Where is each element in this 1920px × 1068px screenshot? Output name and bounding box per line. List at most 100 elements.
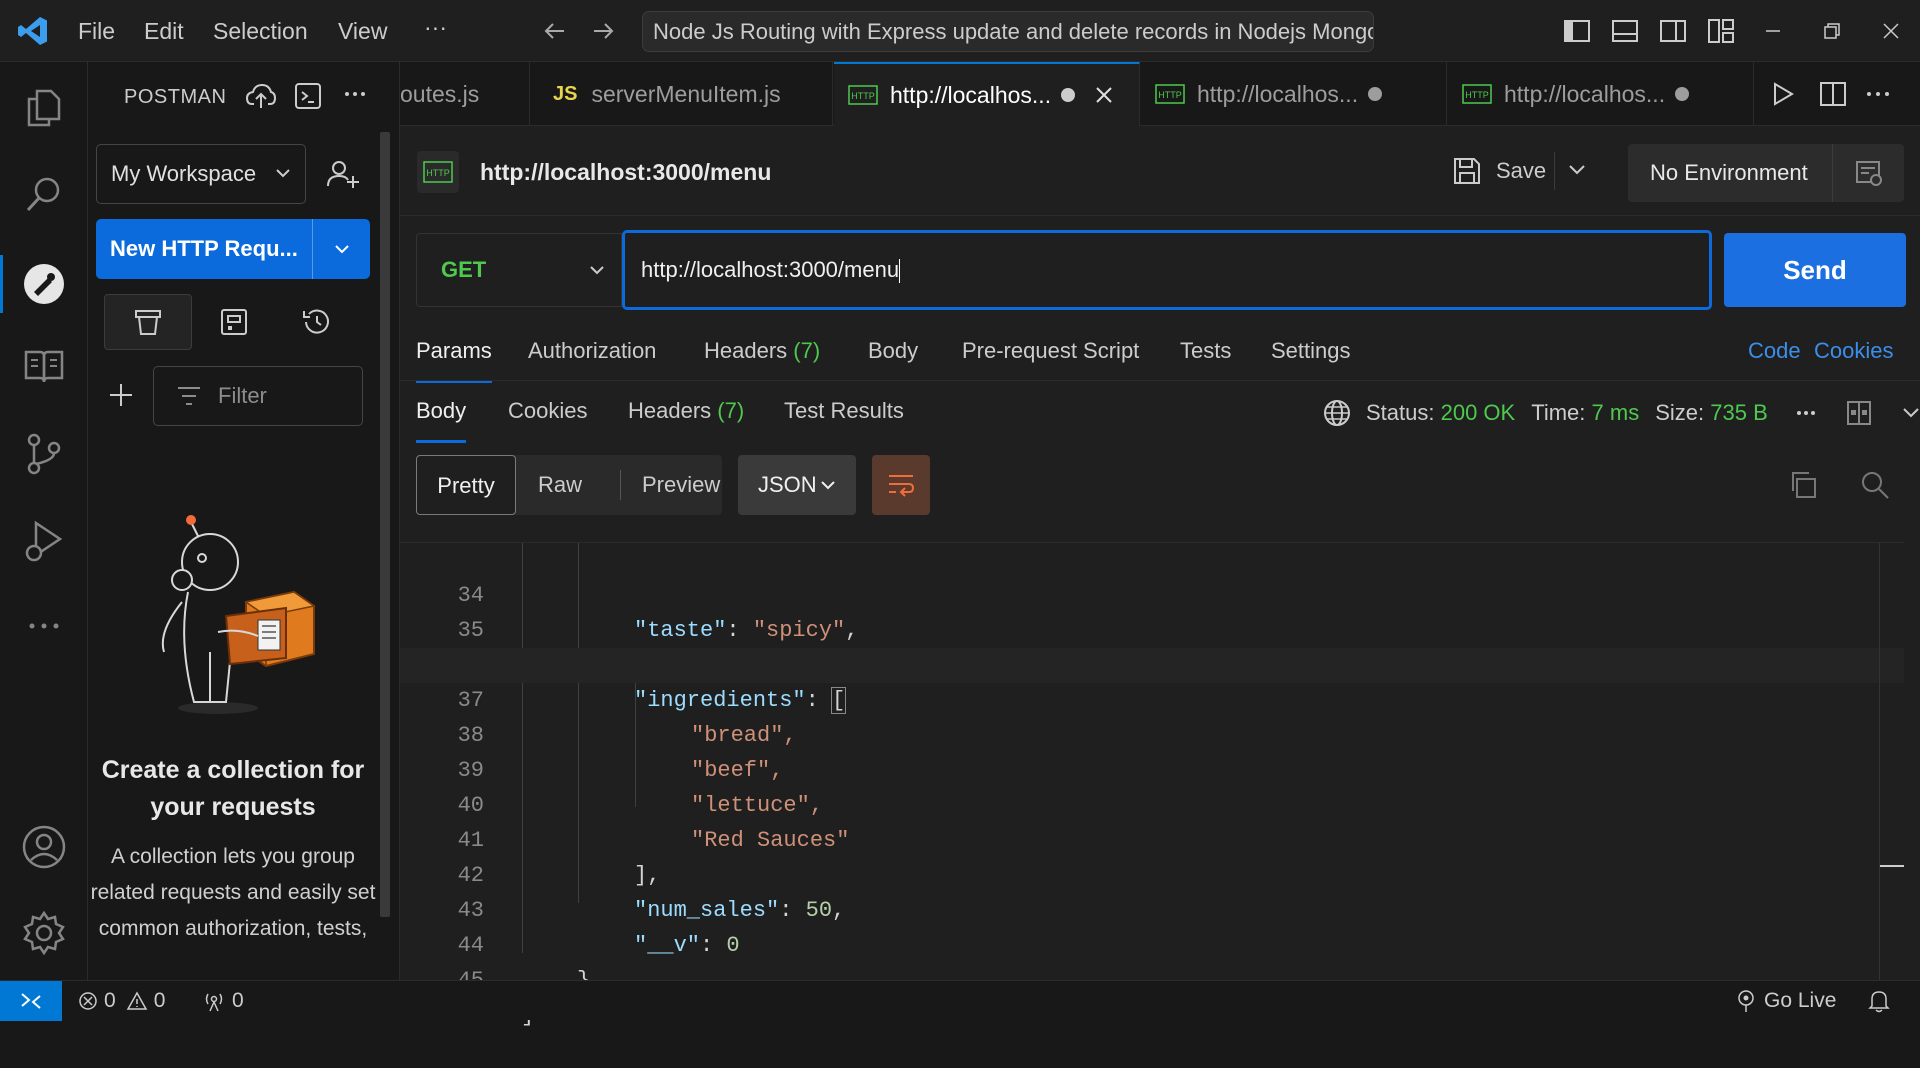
environment-quick-look-icon[interactable] [1832, 144, 1904, 202]
response-more-icon[interactable] [1796, 410, 1816, 416]
tab-params[interactable]: Params [416, 338, 492, 383]
tab-http-request-3[interactable]: HTTP http://localhos... [1448, 62, 1754, 126]
tab-pre-request-script[interactable]: Pre-request Script [962, 338, 1139, 364]
command-center-search[interactable]: Node Js Routing with Express update and … [642, 11, 1374, 52]
save-options-chevron-icon[interactable] [1568, 164, 1586, 176]
account-icon[interactable] [0, 812, 88, 882]
sidebar-scrollbar[interactable] [380, 132, 390, 917]
chevron-down-icon [334, 245, 349, 254]
save-button[interactable]: Save [1452, 156, 1546, 186]
editor-more-icon[interactable] [1866, 90, 1890, 98]
tab-routes-js[interactable]: outes.js [400, 62, 530, 126]
minimize-icon[interactable] [1756, 14, 1790, 48]
wrap-lines-button[interactable] [872, 455, 930, 515]
book-icon[interactable] [0, 332, 88, 402]
response-tab-test-results[interactable]: Test Results [784, 398, 904, 424]
explorer-icon[interactable] [0, 73, 88, 143]
ports-indicator[interactable]: 0 [202, 981, 244, 1021]
customize-layout-icon[interactable] [1704, 14, 1738, 48]
tab-server-menu-item-js[interactable]: JS serverMenuItem.js [531, 62, 833, 126]
request-title[interactable]: http://localhost:3000/menu [480, 159, 771, 186]
run-icon[interactable] [1772, 82, 1794, 106]
back-arrow-icon[interactable] [538, 14, 572, 48]
menu-view[interactable]: View [338, 18, 387, 45]
tab-history[interactable] [272, 294, 360, 350]
size-value[interactable]: 735 B [1710, 400, 1768, 426]
tab-http-request-active[interactable]: HTTP http://localhos... [834, 62, 1140, 126]
format-divider [620, 470, 621, 500]
language-select[interactable]: JSON [738, 455, 856, 515]
url-input[interactable]: http://localhost:3000/menu [622, 230, 1712, 310]
response-tab-body[interactable]: Body [416, 398, 467, 443]
method-select[interactable]: GET [416, 233, 622, 307]
menu-more[interactable]: ··· [424, 14, 447, 41]
add-collection-icon[interactable] [108, 382, 134, 408]
new-http-request-button[interactable]: New HTTP Requ... [96, 219, 370, 279]
search-response-icon[interactable] [1860, 470, 1890, 500]
collapse-response-chevron-icon[interactable] [1902, 407, 1920, 419]
remote-indicator[interactable] [0, 981, 62, 1021]
split-editor-icon[interactable] [1820, 82, 1846, 106]
source-control-icon[interactable] [0, 419, 88, 489]
invite-user-icon[interactable] [326, 158, 360, 190]
sidebar-more-icon[interactable] [344, 90, 366, 98]
tab-body[interactable]: Body [868, 338, 918, 364]
tab-authorization[interactable]: Authorization [528, 338, 656, 364]
close-tab-icon[interactable] [1095, 86, 1113, 104]
chevron-down-icon [276, 169, 290, 178]
toggle-primary-sidebar-icon[interactable] [1560, 14, 1594, 48]
tab-headers[interactable]: Headers (7) [704, 338, 820, 364]
menu-file[interactable]: File [78, 18, 115, 45]
response-format-group: Pretty Raw Preview [416, 455, 722, 515]
postman-icon[interactable] [0, 249, 88, 319]
filter-icon [178, 387, 200, 405]
toggle-secondary-sidebar-icon[interactable] [1656, 14, 1690, 48]
notifications-bell-icon[interactable] [1868, 981, 1890, 1021]
response-body-viewer[interactable]: 34 "taste": "spicy", 35 "is_drink": fals… [400, 542, 1904, 1028]
layout-toggle-icon[interactable] [1846, 400, 1872, 426]
time-value[interactable]: 7 ms [1592, 400, 1640, 426]
status-label: Status: [1366, 400, 1435, 425]
terminal-icon[interactable] [294, 82, 322, 110]
forward-arrow-icon[interactable] [586, 14, 620, 48]
format-pretty[interactable]: Pretty [416, 455, 516, 515]
search-icon[interactable] [0, 159, 88, 229]
format-preview[interactable]: Preview [642, 455, 720, 515]
workspace-select[interactable]: My Workspace [96, 144, 306, 204]
tab-label: outes.js [400, 80, 480, 107]
send-button[interactable]: Send [1724, 233, 1906, 307]
response-headers-label: Headers [628, 398, 712, 423]
new-http-request-label: New HTTP Requ... [110, 236, 298, 261]
cookies-link[interactable]: Cookies [1814, 338, 1893, 364]
close-window-icon[interactable] [1874, 14, 1908, 48]
cloud-upload-icon[interactable] [246, 82, 276, 110]
menu-selection[interactable]: Selection [213, 18, 308, 45]
response-tab-cookies[interactable]: Cookies [508, 398, 587, 424]
more-views-icon[interactable] [0, 591, 88, 661]
tab-tests[interactable]: Tests [1180, 338, 1231, 364]
run-debug-icon[interactable] [0, 506, 88, 576]
status-bar: 0 0 0 Go Live [0, 980, 1920, 1021]
tab-settings[interactable]: Settings [1271, 338, 1351, 364]
problems-indicator[interactable]: 0 0 [78, 981, 165, 1021]
code-scrollbar[interactable] [1879, 543, 1880, 981]
filter-input[interactable]: Filter [153, 366, 363, 426]
go-live-button[interactable]: Go Live [1736, 981, 1836, 1021]
response-tab-headers[interactable]: Headers (7) [628, 398, 744, 424]
status-value[interactable]: 200 OK [1441, 400, 1516, 426]
tab-collections[interactable] [104, 294, 192, 350]
toggle-panel-icon[interactable] [1608, 14, 1642, 48]
code-link[interactable]: Code [1748, 338, 1801, 364]
new-request-dropdown[interactable] [312, 219, 370, 279]
tab-http-request-2[interactable]: HTTP http://localhos... [1141, 62, 1447, 126]
globe-icon[interactable] [1322, 398, 1352, 428]
restore-icon[interactable] [1815, 14, 1849, 48]
copy-icon[interactable] [1788, 470, 1818, 500]
menu-edit[interactable]: Edit [144, 18, 184, 45]
environment-select[interactable]: No Environment [1628, 144, 1904, 202]
unsaved-dot-icon [1368, 87, 1383, 101]
settings-gear-icon[interactable] [0, 898, 88, 968]
format-raw[interactable]: Raw [538, 455, 582, 515]
unsaved-dot-icon [1061, 88, 1076, 102]
tab-environments[interactable] [190, 294, 278, 350]
